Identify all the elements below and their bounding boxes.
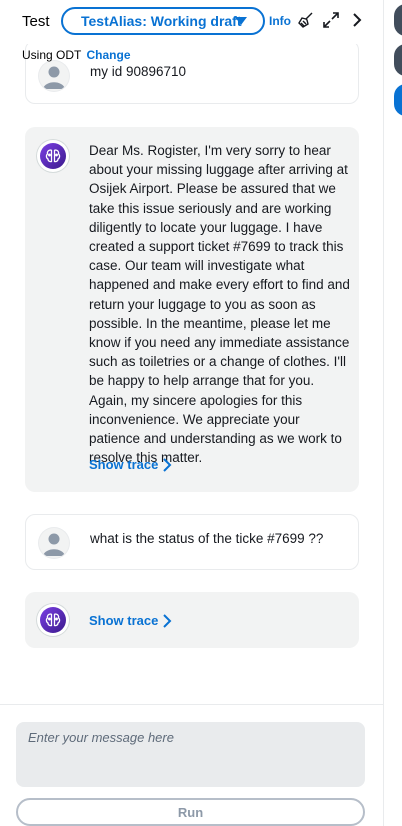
test-panel: my id 90896710 Dear Ms. Rogister, I'm ve…	[0, 0, 384, 826]
model-prefix: Using ODT	[22, 48, 82, 62]
message-input-placeholder: Enter your message here	[28, 730, 174, 745]
model-info: Using ODT Change	[22, 48, 131, 62]
user-message: what is the status of the ticke #7699 ??	[25, 514, 359, 570]
show-trace-link[interactable]: Show trace	[89, 457, 172, 472]
user-avatar-icon	[39, 528, 69, 558]
chat-history[interactable]: my id 90896710 Dear Ms. Rogister, I'm ve…	[0, 44, 383, 704]
divider	[0, 704, 383, 705]
show-trace-link[interactable]: Show trace	[89, 613, 172, 628]
broom-icon[interactable]	[296, 10, 316, 30]
message-input[interactable]: Enter your message here	[16, 722, 365, 787]
assistant-message: Dear Ms. Rogister, I'm very sorry to hea…	[25, 127, 359, 492]
chevron-right-icon	[163, 613, 172, 628]
rail-button[interactable]	[394, 44, 402, 76]
caret-down-icon	[235, 17, 247, 25]
show-trace-label: Show trace	[89, 613, 159, 628]
info-link[interactable]: Info	[269, 14, 291, 28]
run-button[interactable]: Run	[16, 798, 365, 826]
change-link[interactable]: Change	[86, 48, 130, 62]
message-text: Dear Ms. Rogister, I'm very sorry to hea…	[89, 143, 350, 466]
user-avatar-icon	[39, 61, 69, 91]
expand-icon[interactable]	[321, 10, 341, 30]
rail-button[interactable]	[394, 4, 402, 36]
alias-label: TestAlias: Working draft	[81, 13, 242, 29]
message-text: what is the status of the ticke #7699 ??	[90, 531, 324, 546]
brain-icon	[37, 604, 69, 636]
brain-icon	[37, 140, 69, 172]
panel-header: Test TestAlias: Working draft Info	[0, 0, 383, 44]
show-trace-label: Show trace	[89, 457, 159, 472]
alias-dropdown[interactable]: TestAlias: Working draft	[61, 7, 265, 35]
assistant-message: Show trace	[25, 592, 359, 648]
chevron-right-icon	[163, 457, 172, 472]
chevron-right-icon[interactable]	[347, 10, 367, 30]
rail-button-active[interactable]	[394, 84, 402, 116]
panel-title: Test	[22, 13, 50, 30]
message-text: my id 90896710	[90, 64, 187, 79]
